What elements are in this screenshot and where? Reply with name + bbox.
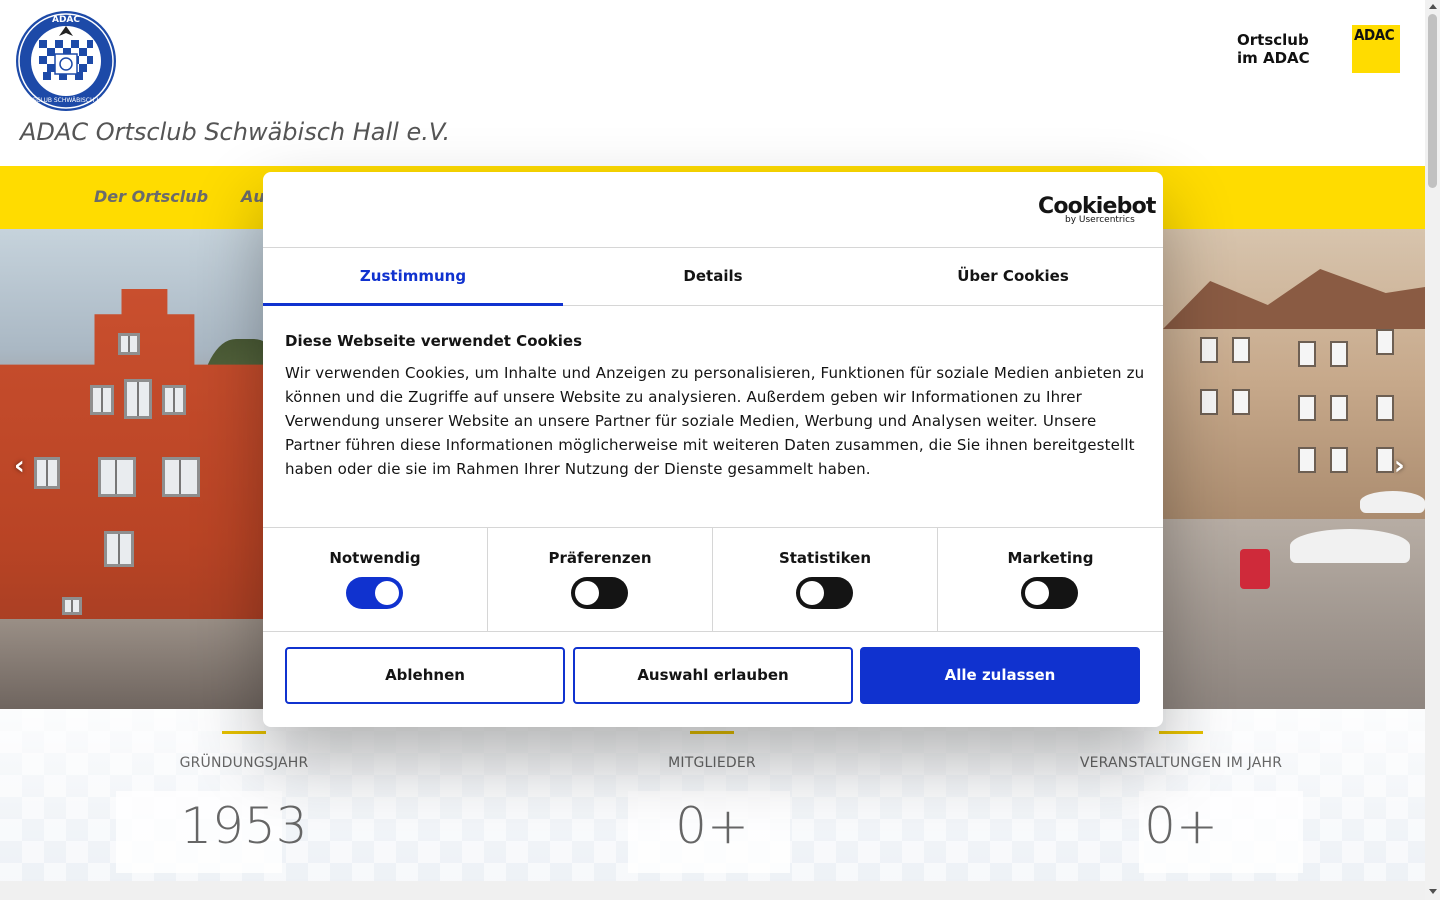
nav-item-der-ortsclub[interactable]: Der Ortsclub xyxy=(94,187,208,206)
cookiebot-logo-subtitle: by Usercentrics xyxy=(1065,215,1135,225)
category-label: Notwendig xyxy=(329,549,421,567)
club-logo[interactable]: ADAC ORTSCLUB SCHWÄBISCH HALL xyxy=(15,10,117,112)
toggle-knob xyxy=(800,581,824,605)
hero-umbrella xyxy=(1290,529,1410,563)
hero-window xyxy=(1200,337,1218,363)
hero-window xyxy=(1330,447,1348,473)
toggle-notwendig[interactable] xyxy=(346,577,403,609)
category-marketing: Marketing xyxy=(938,528,1163,632)
cookie-description: Wir verwenden Cookies, um Inhalte und An… xyxy=(285,364,1145,478)
hero-window xyxy=(118,333,140,355)
hero-window xyxy=(1376,395,1394,421)
hero-right-houses xyxy=(1163,229,1425,529)
scroll-up-arrow-icon[interactable] xyxy=(1429,4,1437,9)
ortsclub-line2: im ADAC xyxy=(1237,49,1310,67)
cookie-tabs: Zustimmung Details Über Cookies xyxy=(263,249,1163,306)
category-statistiken: Statistiken xyxy=(713,528,938,632)
allow-all-button[interactable]: Alle zulassen xyxy=(860,647,1140,704)
page-scrollbar[interactable] xyxy=(1425,0,1440,900)
hero-window xyxy=(1232,337,1250,363)
hero-window xyxy=(98,457,136,497)
stat-label: MITGLIEDER xyxy=(668,755,756,771)
logo-top-text: ADAC xyxy=(52,15,80,25)
hero-window xyxy=(1376,447,1394,473)
adac-logo[interactable]: ADAC xyxy=(1352,25,1400,73)
hero-window xyxy=(162,385,186,415)
stat-value: 0+ xyxy=(1144,797,1218,855)
category-praeferenzen: Präferenzen xyxy=(488,528,713,632)
hero-window xyxy=(62,597,82,615)
tab-ueber-cookies[interactable]: Über Cookies xyxy=(863,249,1163,306)
toggle-praeferenzen[interactable] xyxy=(571,577,628,609)
hero-window xyxy=(90,385,114,415)
hero-flag xyxy=(1240,549,1270,589)
cookie-heading: Diese Webseite verwendet Cookies xyxy=(285,332,583,350)
stat-value: 0+ xyxy=(675,797,749,855)
hero-umbrella xyxy=(1360,491,1425,513)
allow-selection-button[interactable]: Auswahl erlauben xyxy=(573,647,853,704)
stat-accent-bar xyxy=(690,731,734,734)
cookie-dialog-header: Cookiebot by Usercentrics xyxy=(263,172,1163,248)
hero-window xyxy=(1232,389,1250,415)
hero-window xyxy=(1298,341,1316,367)
slider-prev-button[interactable]: ‹ xyxy=(14,451,25,481)
slider-next-button[interactable]: › xyxy=(1394,451,1405,481)
adac-logo-text: ADAC xyxy=(1354,26,1395,44)
logo-ring-text: ORTSCLUB SCHWÄBISCH HALL xyxy=(20,97,112,104)
site-title[interactable]: ADAC Ortsclub Schwäbisch Hall e.V. xyxy=(20,118,450,146)
scroll-thumb[interactable] xyxy=(1428,14,1437,188)
ortsclub-label: Ortsclub im ADAC xyxy=(1237,31,1310,67)
stat-accent-bar xyxy=(1159,731,1203,734)
stat-accent-bar xyxy=(222,731,266,734)
hero-window xyxy=(34,457,60,489)
hero-window xyxy=(1298,447,1316,473)
category-label: Präferenzen xyxy=(548,549,652,567)
nav-item-au[interactable]: Au xyxy=(241,187,265,206)
stat-value: 1953 xyxy=(180,797,308,855)
toggle-statistiken[interactable] xyxy=(796,577,853,609)
toggle-knob xyxy=(375,581,399,605)
category-label: Marketing xyxy=(1007,549,1094,567)
page-bottom-strip xyxy=(0,881,1425,900)
hero-window xyxy=(104,531,134,567)
site-header: ADAC ORTSCLUB SCHWÄBISCH HALL ADAC Ortsc… xyxy=(0,0,1425,166)
hero-window xyxy=(124,379,152,419)
hero-window xyxy=(1376,329,1394,355)
decline-button[interactable]: Ablehnen xyxy=(285,647,565,704)
tab-zustimmung[interactable]: Zustimmung xyxy=(263,249,563,306)
category-notwendig: Notwendig xyxy=(263,528,488,632)
hero-window xyxy=(1330,395,1348,421)
hero-street xyxy=(0,619,270,709)
cookie-consent-dialog: Cookiebot by Usercentrics Zustimmung Det… xyxy=(263,172,1163,727)
category-label: Statistiken xyxy=(778,549,872,567)
stat-label: VERANSTALTUNGEN IM JAHR xyxy=(1079,755,1283,771)
hero-window xyxy=(1298,395,1316,421)
stats-section: GRÜNDUNGSJAHR 1953 MITGLIEDER 0+ VERANST… xyxy=(0,709,1425,881)
tab-details[interactable]: Details xyxy=(563,249,863,306)
stat-label: GRÜNDUNGSJAHR xyxy=(179,755,309,771)
scroll-down-arrow-icon[interactable] xyxy=(1429,889,1437,894)
toggle-knob xyxy=(575,581,599,605)
ortsclub-line1: Ortsclub xyxy=(1237,31,1309,49)
hero-window xyxy=(1200,389,1218,415)
hero-window xyxy=(1330,341,1348,367)
toggle-marketing[interactable] xyxy=(1021,577,1078,609)
toggle-knob xyxy=(1025,581,1049,605)
cookie-category-toggles: Notwendig Präferenzen Statistiken Market… xyxy=(263,527,1163,632)
hero-window xyxy=(162,457,200,497)
